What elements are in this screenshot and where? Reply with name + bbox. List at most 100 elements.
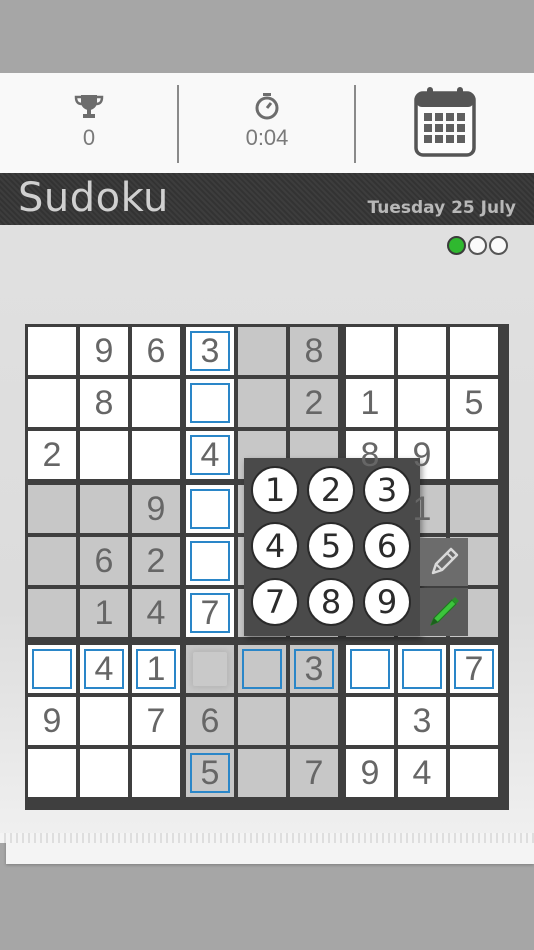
timer-stat: 0:04	[179, 73, 355, 173]
board-cell[interactable]	[450, 697, 498, 745]
board-cell[interactable]	[132, 379, 180, 427]
board-cell[interactable]	[80, 485, 128, 533]
board-cell[interactable]: 7	[132, 697, 180, 745]
cell-value: 1	[146, 649, 166, 688]
timer: 0:04	[245, 125, 289, 150]
board-cell[interactable]: 3	[398, 697, 446, 745]
cell-value: 4	[412, 753, 432, 792]
board-cell[interactable]	[346, 327, 394, 375]
calendar-button[interactable]	[356, 73, 534, 173]
cell-value: 9	[42, 701, 62, 740]
cell-value: 3	[200, 331, 220, 370]
board-cell[interactable]	[186, 485, 234, 533]
cell-value: 2	[42, 435, 62, 474]
progress-dot	[447, 236, 466, 255]
board-cell[interactable]	[80, 697, 128, 745]
board-cell[interactable]	[186, 379, 234, 427]
board-cell[interactable]	[238, 379, 286, 427]
cell-value: 9	[360, 753, 380, 792]
board-cell[interactable]	[132, 431, 180, 479]
board-cell[interactable]: 3	[290, 645, 338, 693]
board-cell[interactable]: 8	[80, 379, 128, 427]
board-cell[interactable]	[398, 379, 446, 427]
board-cell[interactable]: 2	[290, 379, 338, 427]
board-cell[interactable]: 1	[80, 589, 128, 637]
board-cell[interactable]	[450, 431, 498, 479]
pen-mode-button[interactable]	[420, 588, 468, 636]
board-cell[interactable]: 8	[290, 327, 338, 375]
number-button-4[interactable]: 4	[251, 522, 299, 570]
board-cell[interactable]	[238, 749, 286, 797]
board-cell[interactable]	[346, 645, 394, 693]
board-cell[interactable]: 4	[132, 589, 180, 637]
board-cell[interactable]	[238, 327, 286, 375]
board-cell[interactable]	[132, 749, 180, 797]
board-cell[interactable]	[186, 645, 234, 693]
board-cell[interactable]	[238, 697, 286, 745]
board-cell[interactable]	[28, 589, 76, 637]
board-cell[interactable]	[450, 485, 498, 533]
board-cell[interactable]	[450, 749, 498, 797]
cell-value: 9	[146, 489, 166, 528]
number-button-6[interactable]: 6	[363, 522, 411, 570]
cell-value: 6	[146, 331, 166, 370]
board-cell[interactable]	[186, 537, 234, 585]
board-cell[interactable]: 1	[132, 645, 180, 693]
board-cell[interactable]	[28, 645, 76, 693]
board-cell[interactable]: 7	[450, 645, 498, 693]
board-cell[interactable]: 3	[186, 327, 234, 375]
board-cell[interactable]	[80, 431, 128, 479]
board-cell[interactable]	[238, 645, 286, 693]
number-button-2[interactable]: 2	[307, 466, 355, 514]
cell-value: 6	[94, 541, 114, 580]
number-button-8[interactable]: 8	[307, 578, 355, 626]
board-cell[interactable]: 7	[186, 589, 234, 637]
board-cell[interactable]	[28, 327, 76, 375]
board-cell[interactable]: 1	[346, 379, 394, 427]
board-cell[interactable]	[450, 327, 498, 375]
cell-value: 8	[360, 435, 380, 474]
number-button-5[interactable]: 5	[307, 522, 355, 570]
board-cell[interactable]: 9	[346, 749, 394, 797]
board-cell[interactable]: 9	[80, 327, 128, 375]
board-cell[interactable]: 6	[186, 697, 234, 745]
pencil-icon	[431, 547, 459, 575]
board-cell[interactable]	[80, 749, 128, 797]
cell-value: 9	[412, 435, 432, 474]
board-cell[interactable]	[28, 485, 76, 533]
progress-dot	[489, 236, 508, 255]
board-cell[interactable]: 4	[186, 431, 234, 479]
board-cell[interactable]	[28, 379, 76, 427]
number-button-7[interactable]: 7	[251, 578, 299, 626]
paper-edge	[0, 833, 534, 843]
board-cell[interactable]: 2	[28, 431, 76, 479]
stats-toolbar: 0 0:04	[0, 73, 534, 173]
board-cell[interactable]	[398, 327, 446, 375]
cell-value: 1	[360, 383, 380, 422]
board-cell[interactable]	[346, 697, 394, 745]
cell-value: 8	[304, 331, 324, 370]
pencil-mode-button[interactable]	[420, 538, 468, 586]
cell-value: 3	[304, 649, 324, 688]
board-cell[interactable]: 5	[186, 749, 234, 797]
trophy-stat: 0	[0, 73, 178, 173]
board-cell[interactable]: 9	[28, 697, 76, 745]
cell-value: 9	[94, 331, 114, 370]
board-cell[interactable]: 2	[132, 537, 180, 585]
board-cell[interactable]	[28, 537, 76, 585]
number-button-9[interactable]: 9	[363, 578, 411, 626]
cell-value: 6	[200, 701, 220, 740]
board-cell[interactable]	[398, 645, 446, 693]
number-button-1[interactable]: 1	[251, 466, 299, 514]
board-cell[interactable]	[290, 697, 338, 745]
board-cell[interactable]: 9	[132, 485, 180, 533]
cell-value: 5	[200, 753, 220, 792]
board-cell[interactable]: 4	[80, 645, 128, 693]
board-cell[interactable]: 6	[132, 327, 180, 375]
cell-value: 4	[94, 649, 114, 688]
board-cell[interactable]	[28, 749, 76, 797]
board-cell[interactable]: 6	[80, 537, 128, 585]
board-cell[interactable]: 4	[398, 749, 446, 797]
board-cell[interactable]: 7	[290, 749, 338, 797]
board-cell[interactable]: 5	[450, 379, 498, 427]
